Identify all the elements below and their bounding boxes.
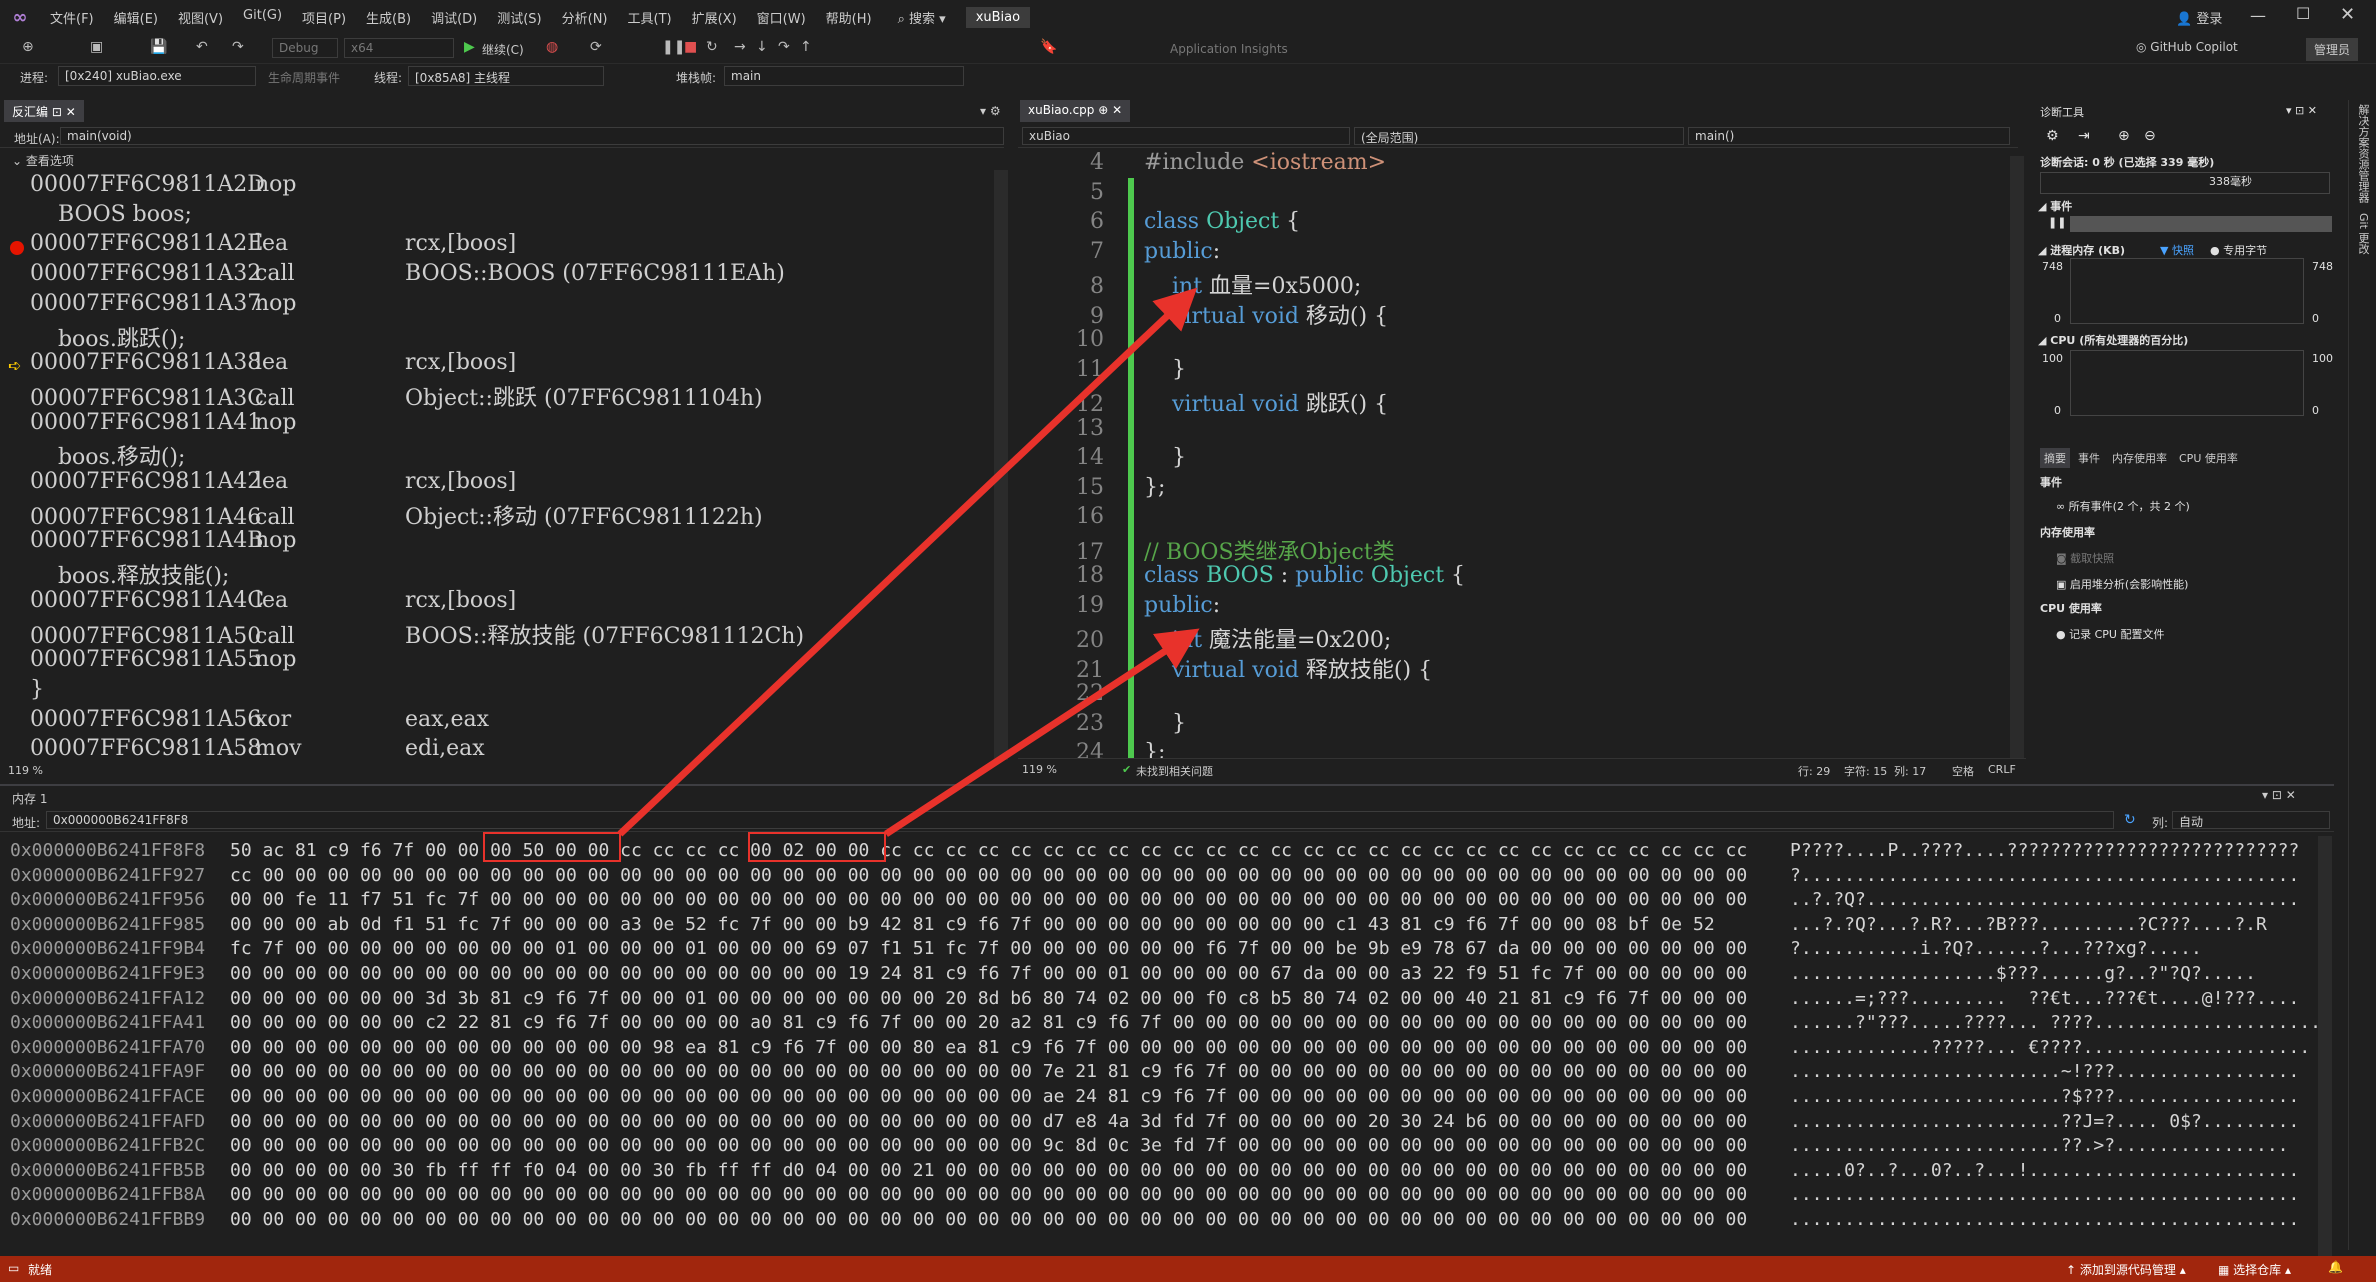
select-repo-button[interactable]: ▦ 选择仓库 ▴ bbox=[2218, 1261, 2291, 1278]
add-source-control-button[interactable]: ↑ 添加到源代码管理 ▴ bbox=[2066, 1261, 2186, 1278]
add-source-label: 添加到源代码管理 bbox=[2079, 1263, 2176, 1277]
status-ready: 就绪 bbox=[28, 1263, 53, 1277]
select-repo-label: 选择仓库 bbox=[2233, 1263, 2282, 1277]
arrow-to-magic bbox=[884, 628, 1200, 837]
status-bar: ▭ 就绪 ↑ 添加到源代码管理 ▴ ▦ 选择仓库 ▴ 🔔 bbox=[0, 1256, 2376, 1282]
arrow-to-health bbox=[617, 287, 1198, 837]
notifications-icon[interactable]: 🔔 bbox=[2328, 1260, 2343, 1274]
status-ready-icon: ▭ bbox=[8, 1261, 20, 1275]
annotation-arrows bbox=[617, 287, 1200, 837]
